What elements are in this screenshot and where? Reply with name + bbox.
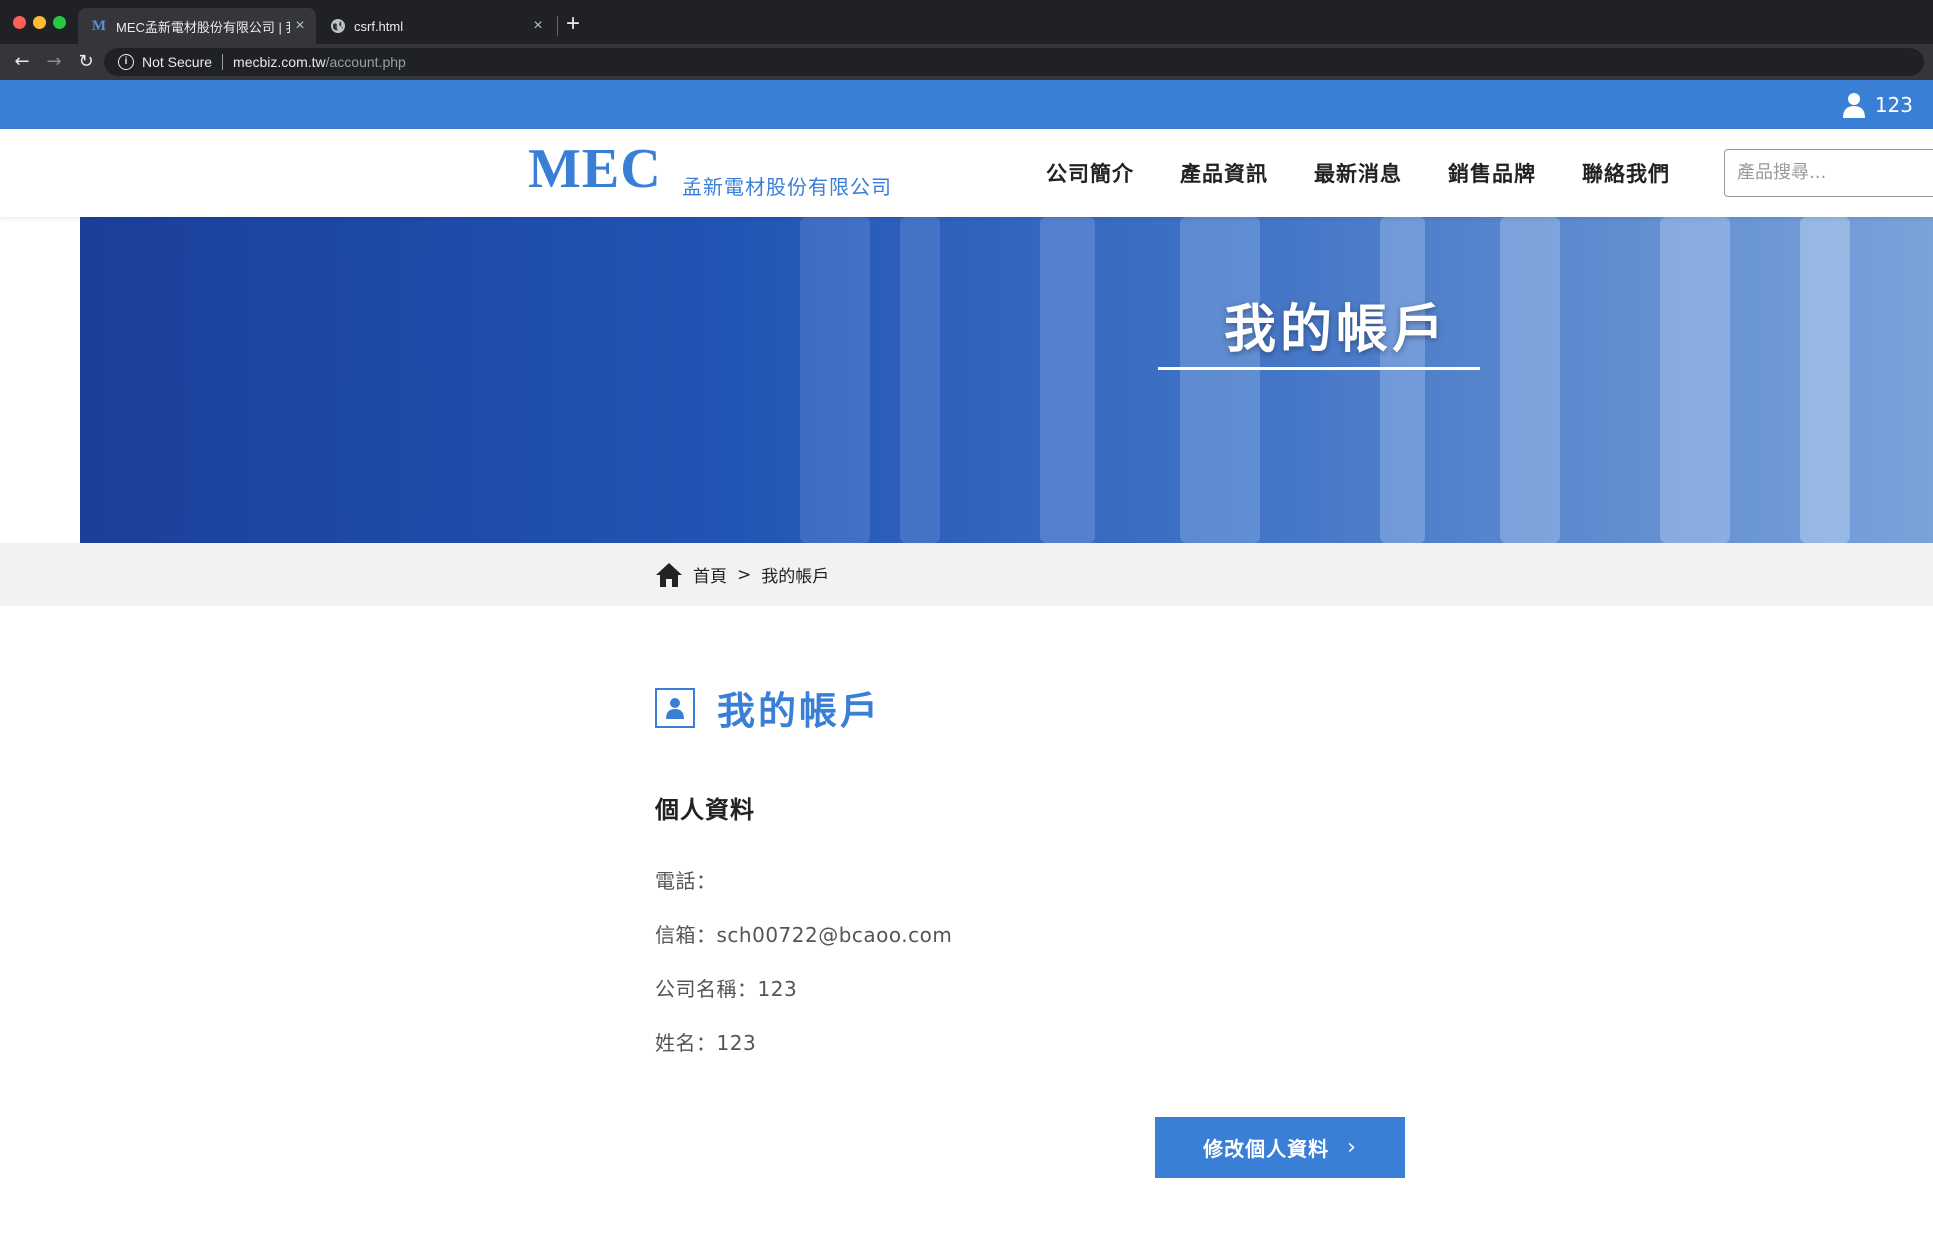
site-header: MEC 孟新電材股份有限公司 公司簡介 產品資訊 最新消息 銷售品牌 聯絡我們 … xyxy=(0,129,1933,217)
banner-title: 我的帳戶 xyxy=(1223,300,1448,360)
nav-item-news[interactable]: 最新消息 xyxy=(1314,158,1402,188)
breadcrumb-home[interactable]: 首頁 xyxy=(693,562,727,587)
page-title: 我的帳戶 xyxy=(717,689,882,733)
banner-pipe-decoration xyxy=(900,217,940,543)
field-value: 123 xyxy=(716,1031,757,1055)
section-title: 個人資料 xyxy=(655,796,755,824)
banner-pipe-decoration xyxy=(1180,217,1260,543)
banner-pipe-decoration xyxy=(1380,217,1425,543)
info-icon[interactable]: i xyxy=(118,54,134,70)
browser-toolbar: ← → ↻ i Not Secure mecbiz.com.tw/account… xyxy=(0,44,1933,80)
account-icon xyxy=(655,687,695,728)
forward-arrow-icon[interactable]: → xyxy=(42,50,66,74)
tab-title: csrf.html xyxy=(354,18,404,34)
close-icon[interactable]: × xyxy=(290,17,310,35)
field-label: 姓名： xyxy=(655,1031,717,1055)
page-heading: 我的帳戶 xyxy=(655,680,881,735)
nav-item-contact[interactable]: 聯絡我們 xyxy=(1582,158,1670,188)
field-label: 信箱： xyxy=(655,923,717,947)
banner-pipe-decoration xyxy=(800,217,870,543)
field-label: 電話： xyxy=(655,869,717,893)
breadcrumb-current: 我的帳戶 xyxy=(761,567,830,587)
browser-tab-csrf[interactable]: csrf.html × xyxy=(318,8,554,44)
globe-icon xyxy=(331,19,345,33)
breadcrumb: 首頁 > 我的帳戶 xyxy=(655,543,829,606)
logo-company-name[interactable]: 孟新電材股份有限公司 xyxy=(682,171,892,200)
url-host: mecbiz.com.tw xyxy=(233,54,326,70)
tab-title: MEC孟新電材股份有限公司 | 我的帳戶 xyxy=(116,19,290,35)
new-tab-button[interactable]: + xyxy=(566,10,580,38)
browser-tab-strip: M MEC孟新電材股份有限公司 | 我的帳戶 × csrf.html × + xyxy=(0,0,1933,44)
username: 123 xyxy=(1874,92,1913,117)
site-topbar: 123 xyxy=(0,80,1933,129)
edit-profile-button[interactable]: 修改個人資料 › xyxy=(1155,1117,1405,1178)
banner-pipe-decoration xyxy=(1800,217,1850,543)
maximize-window-button[interactable] xyxy=(53,16,66,29)
reload-icon[interactable]: ↻ xyxy=(74,50,98,74)
browser-tab-account[interactable]: M MEC孟新電材股份有限公司 | 我的帳戶 × xyxy=(78,8,316,44)
name-field: 姓名：123 xyxy=(655,1027,756,1056)
logo-mark[interactable]: MEC xyxy=(528,137,662,201)
banner-underline xyxy=(1158,367,1480,370)
company-field: 公司名稱：123 xyxy=(655,973,797,1002)
edit-profile-label: 修改個人資料 xyxy=(1203,1137,1330,1161)
home-icon[interactable] xyxy=(655,562,683,588)
tab-divider xyxy=(557,16,558,36)
user-icon xyxy=(1842,92,1865,118)
url-divider xyxy=(222,54,224,70)
main-nav: 公司簡介 產品資訊 最新消息 銷售品牌 聯絡我們 xyxy=(1046,129,1716,217)
back-arrow-icon[interactable]: ← xyxy=(10,50,34,74)
nav-item-about[interactable]: 公司簡介 xyxy=(1046,158,1134,188)
product-search-input[interactable]: 產品搜尋... xyxy=(1724,149,1933,197)
security-label: Not Secure xyxy=(142,54,213,70)
field-value: 123 xyxy=(757,977,798,1001)
mec-favicon-icon: M xyxy=(91,17,107,34)
url-path: /account.php xyxy=(325,54,406,70)
banner-pipe-decoration xyxy=(1500,217,1560,543)
phone-field: 電話： xyxy=(655,865,717,894)
nav-item-brands[interactable]: 銷售品牌 xyxy=(1448,158,1536,188)
field-label: 公司名稱： xyxy=(655,977,758,1001)
banner-pipe-decoration xyxy=(1040,217,1095,543)
field-value: sch00722@bcaoo.com xyxy=(716,923,953,947)
banner-pipe-decoration xyxy=(1660,217,1730,543)
user-account-link[interactable]: 123 xyxy=(1842,80,1913,129)
email-field: 信箱：sch00722@bcaoo.com xyxy=(655,919,952,948)
breadcrumb-bar: 首頁 > 我的帳戶 xyxy=(0,543,1933,606)
address-bar[interactable]: i Not Secure mecbiz.com.tw/account.php xyxy=(104,48,1924,76)
breadcrumb-separator: > xyxy=(737,564,752,585)
close-window-button[interactable] xyxy=(13,16,26,29)
chevron-right-icon: › xyxy=(1347,1135,1357,1160)
minimize-window-button[interactable] xyxy=(33,16,46,29)
page-banner: 我的帳戶 xyxy=(80,217,1933,543)
close-icon[interactable]: × xyxy=(528,17,548,35)
nav-item-products[interactable]: 產品資訊 xyxy=(1180,158,1268,188)
